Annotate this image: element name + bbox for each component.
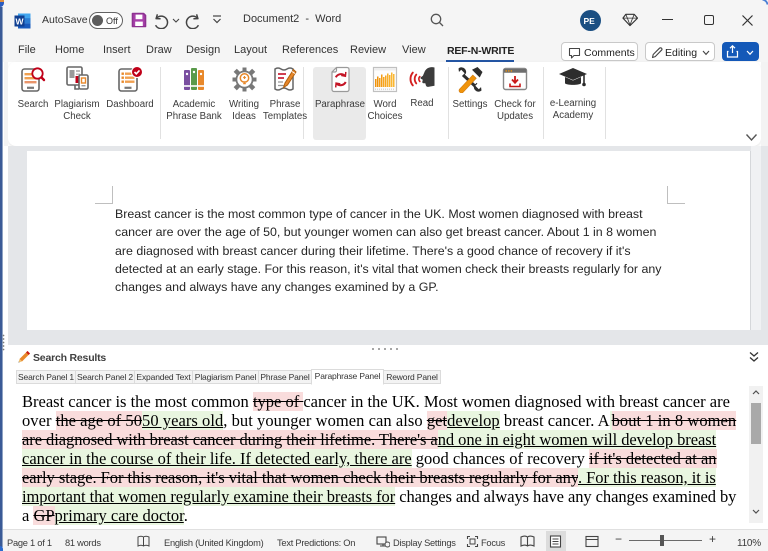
svg-text:W: W [15,16,24,26]
